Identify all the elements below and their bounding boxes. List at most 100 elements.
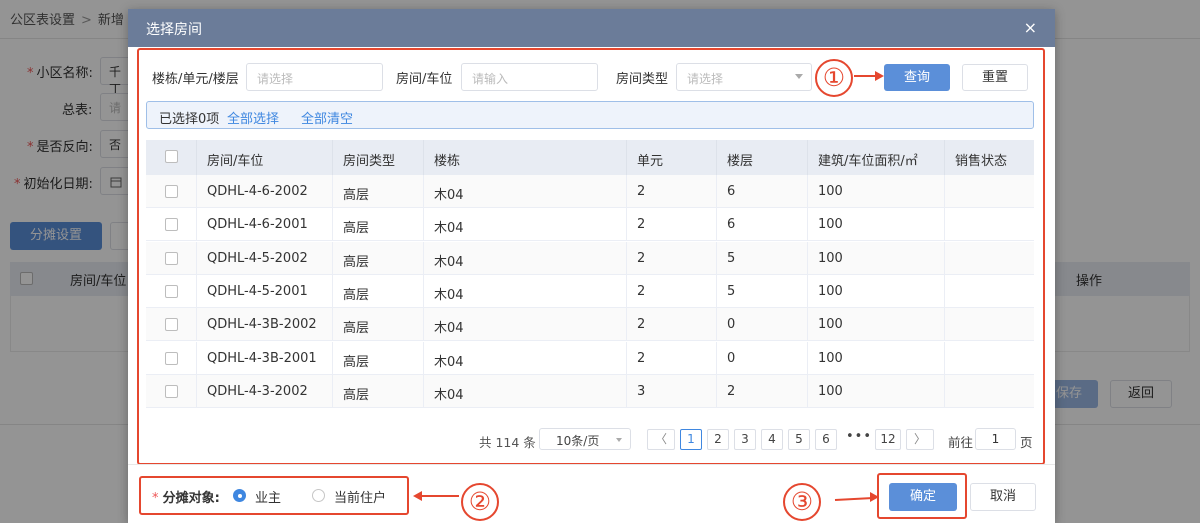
dialog-title: 选择房间: [146, 22, 202, 38]
page-button-5[interactable]: 5: [788, 429, 810, 450]
arrow-right-icon: [834, 492, 879, 502]
annotation-marker-1: ①: [815, 59, 853, 97]
column-header-building: 楼栋: [424, 140, 627, 175]
building-select[interactable]: 请选择: [246, 63, 383, 91]
cell-building: 木04: [424, 175, 627, 207]
row-checkbox[interactable]: [165, 218, 178, 232]
row-checkbox-cell: [146, 341, 197, 374]
page-button-3[interactable]: 3: [734, 429, 756, 450]
page-size-select[interactable]: 10条/页: [539, 428, 631, 450]
close-icon[interactable]: ×: [1024, 18, 1037, 37]
radio-owner-label[interactable]: 业主: [255, 487, 281, 506]
cell-room: QDHL-4-3B-2001: [197, 341, 333, 374]
row-checkbox[interactable]: [165, 318, 178, 332]
cell-room-type: 高层: [333, 308, 424, 341]
dialog-header: 选择房间 ×: [128, 9, 1055, 47]
select-all-checkbox[interactable]: [165, 150, 178, 163]
cell-sales-status: [945, 175, 1034, 207]
cell-unit: 2: [627, 208, 717, 241]
cell-room: QDHL-4-3-2002: [197, 374, 333, 407]
column-header-room-type: 房间类型: [333, 140, 424, 175]
cell-unit: 2: [627, 308, 717, 341]
page-button-6[interactable]: 6: [815, 429, 837, 450]
select-all-link[interactable]: 全部选择: [227, 108, 279, 127]
radio-current-resident[interactable]: [312, 489, 325, 502]
header-checkbox-cell: [146, 140, 197, 175]
cell-room-type: 高层: [333, 341, 424, 374]
goto-page-input[interactable]: 1: [975, 428, 1016, 450]
cell-floor: 0: [717, 308, 808, 341]
pagination-ellipsis[interactable]: •••: [846, 429, 872, 444]
cell-sales-status: [945, 208, 1034, 240]
cancel-button[interactable]: 取消: [970, 483, 1036, 511]
table-row[interactable]: QDHL-4-6-2001 高层 木04 2 6 100: [146, 208, 1034, 242]
page-button-last[interactable]: 12: [875, 429, 901, 450]
page-button-1[interactable]: 1: [680, 429, 702, 450]
cell-area: 100: [808, 175, 945, 207]
room-type-select[interactable]: 请选择: [676, 63, 812, 91]
divider: [128, 464, 1055, 465]
chevron-down-icon: [616, 438, 622, 442]
cell-area: 100: [808, 241, 945, 274]
row-checkbox-cell: [146, 241, 197, 274]
goto-label: 前往: [948, 435, 974, 450]
radio-owner[interactable]: [233, 489, 246, 502]
cell-unit: 2: [627, 274, 717, 307]
cell-room-type: 高层: [333, 208, 424, 241]
cell-area: 100: [808, 308, 945, 341]
table-row[interactable]: QDHL-4-5-2001 高层 木04 2 5 100: [146, 274, 1034, 308]
goto-page-suffix: 页: [1020, 435, 1033, 450]
column-header-unit: 单元: [627, 140, 717, 175]
cell-floor: 6: [717, 208, 808, 241]
allot-target-label: * 分摊对象:: [152, 491, 220, 506]
cell-room: QDHL-4-3B-2002: [197, 308, 333, 341]
table-row[interactable]: QDHL-4-3B-2001 高层 木04 2 0 100: [146, 341, 1034, 375]
page-button-2[interactable]: 2: [707, 429, 729, 450]
row-checkbox-cell: [146, 175, 197, 207]
row-checkbox-cell: [146, 374, 197, 407]
cell-building: 木04: [424, 241, 627, 274]
cell-room-type: 高层: [333, 241, 424, 274]
pagination-total: 共 114 条: [479, 435, 536, 450]
room-type-filter-label: 房间类型: [616, 72, 669, 87]
cell-building: 木04: [424, 341, 627, 374]
row-checkbox[interactable]: [165, 384, 178, 398]
cell-floor: 5: [717, 274, 808, 307]
query-button[interactable]: 查询: [884, 64, 950, 91]
row-checkbox[interactable]: [165, 351, 178, 365]
column-header-sales-status: 销售状态: [955, 154, 1008, 169]
cell-area: 100: [808, 208, 945, 241]
row-checkbox-cell: [146, 208, 197, 241]
cell-room-type: 高层: [333, 274, 424, 307]
table-row[interactable]: QDHL-4-3B-2002 高层 木04 2 0 100: [146, 308, 1034, 342]
chevron-down-icon: [795, 74, 803, 79]
table-row[interactable]: QDHL-4-3-2002 高层 木04 3 2 100: [146, 374, 1034, 408]
reset-button[interactable]: 重置: [962, 64, 1028, 91]
next-page-button[interactable]: 〉: [906, 429, 934, 450]
confirm-button[interactable]: 确定: [889, 483, 957, 511]
cell-sales-status: [945, 342, 1034, 374]
cell-sales-status: [945, 308, 1034, 340]
room-input[interactable]: 请输入: [461, 63, 598, 91]
cell-sales-status: [945, 375, 1034, 407]
row-checkbox[interactable]: [165, 185, 178, 198]
cell-unit: 2: [627, 341, 717, 374]
row-checkbox[interactable]: [165, 251, 178, 265]
prev-page-button[interactable]: 〈: [647, 429, 675, 450]
cell-area: 100: [808, 374, 945, 407]
page-button-4[interactable]: 4: [761, 429, 783, 450]
row-checkbox-cell: [146, 308, 197, 341]
cell-floor: 6: [717, 175, 808, 207]
selected-count: 已选择0项: [159, 112, 220, 127]
radio-current-resident-label[interactable]: 当前住户: [334, 487, 386, 506]
table-row[interactable]: QDHL-4-6-2002 高层 木04 2 6 100: [146, 175, 1034, 208]
cell-building: 木04: [424, 274, 627, 307]
clear-all-link[interactable]: 全部清空: [301, 108, 353, 127]
room-type-placeholder: 请选择: [687, 72, 724, 86]
arrow-left-icon: [413, 491, 459, 501]
table-row[interactable]: QDHL-4-5-2002 高层 木04 2 5 100: [146, 241, 1034, 275]
row-checkbox[interactable]: [165, 284, 178, 298]
cell-floor: 0: [717, 341, 808, 374]
annotation-marker-2: ②: [461, 483, 499, 521]
selection-info-bar: 已选择0项 全部选择 全部清空: [146, 101, 1034, 129]
